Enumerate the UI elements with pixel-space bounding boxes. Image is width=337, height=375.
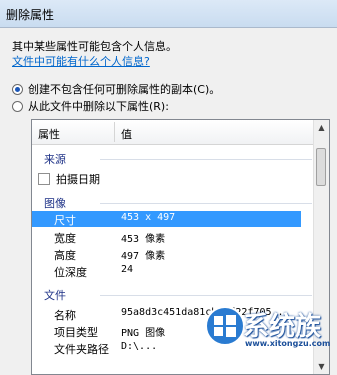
remove-properties-option[interactable]: 从此文件中删除以下属性(R): <box>12 98 169 114</box>
scroll-thumb[interactable] <box>316 148 326 186</box>
row-value: 497 像素 <box>121 251 166 262</box>
watermark-url: www.xitongzu.com <box>245 339 331 348</box>
personal-info-link[interactable]: 文件中可能有什么个人信息? <box>12 53 150 69</box>
row-property: 名称 <box>54 309 76 322</box>
row-property: 项目类型 <box>54 326 98 339</box>
windows-logo-icon <box>205 306 245 346</box>
create-copy-radio[interactable] <box>12 83 23 95</box>
date-taken-item[interactable]: 拍摄日期 <box>38 171 100 187</box>
table-row[interactable]: 尺寸 453 x 497 <box>32 211 301 227</box>
group-origin-line <box>100 159 312 160</box>
scroll-up-icon[interactable]: ▲ <box>314 120 329 135</box>
row-property: 位深度 <box>54 266 87 279</box>
row-value: 453 像素 <box>121 234 166 245</box>
row-property: 高度 <box>54 249 76 262</box>
row-value: PNG 图像 <box>121 328 166 339</box>
group-image-line <box>100 203 312 204</box>
row-value: D:\... <box>121 341 158 352</box>
row-value: 24 <box>121 264 134 275</box>
title-bar: 删除属性 <box>0 0 337 28</box>
watermark: 系统族 www.xitongzu.com <box>205 304 337 375</box>
window-title: 删除属性 <box>6 8 55 22</box>
group-file: 文件 <box>44 289 66 302</box>
header-property[interactable]: 属性 <box>38 126 60 142</box>
group-origin: 来源 <box>44 153 66 166</box>
table-row[interactable]: 高度 497 像素 <box>32 246 301 262</box>
watermark-brand: 系统族 <box>243 312 322 342</box>
date-taken-checkbox[interactable] <box>38 173 50 185</box>
intro-text: 其中某些属性可能包含个人信息。 <box>12 40 177 53</box>
date-taken-label: 拍摄日期 <box>56 173 100 186</box>
remove-properties-radio[interactable] <box>12 100 23 112</box>
row-property: 尺寸 <box>54 214 76 227</box>
header-value[interactable]: 值 <box>121 126 132 142</box>
create-copy-option[interactable]: 创建不包含任何可删除属性的副本(C)。 <box>12 81 220 97</box>
group-file-line <box>100 295 312 296</box>
list-header: 属性 值 <box>32 120 315 145</box>
row-value: 453 x 497 <box>121 212 176 223</box>
table-row[interactable]: 宽度 453 像素 <box>32 229 301 245</box>
create-copy-label: 创建不包含任何可删除属性的副本(C)。 <box>28 83 221 96</box>
table-row[interactable]: 位深度 24 <box>32 263 301 279</box>
row-property: 宽度 <box>54 232 76 245</box>
remove-properties-label: 从此文件中删除以下属性(R): <box>28 100 169 113</box>
group-image: 图像 <box>44 197 66 210</box>
header-separator <box>114 122 115 142</box>
row-property: 文件夹路径 <box>54 343 109 356</box>
